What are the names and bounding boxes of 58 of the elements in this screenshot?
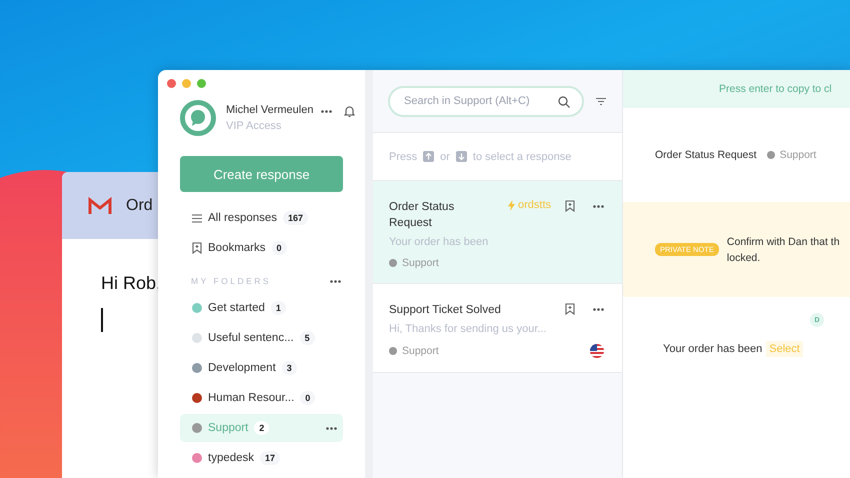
folder-tag: Support — [766, 149, 816, 161]
more-icon[interactable] — [321, 110, 332, 112]
bell-icon[interactable] — [344, 104, 356, 118]
response-item[interactable]: Order Status Request ordstts Your order has been Support — [373, 181, 622, 284]
nav-item[interactable]: Bookmarks 0 — [180, 234, 343, 262]
folder-item[interactable]: Useful sentenc... 5 — [180, 324, 343, 352]
filter-icon[interactable] — [596, 98, 606, 104]
search-field[interactable]: Search in Support (Alt+C) — [388, 86, 584, 116]
count-badge: 3 — [282, 361, 297, 375]
shortcut-label: ordstts — [508, 199, 551, 211]
folder-tag: Support — [389, 257, 439, 269]
user-plan: VIP Access — [226, 120, 282, 132]
response-title: Order Status Request — [655, 149, 757, 161]
response-item[interactable]: Support Ticket Solved Hi, Thanks for sending us your... Support — [373, 284, 622, 373]
response-body: Your order has been — [663, 343, 762, 355]
avatar-icon — [180, 100, 216, 136]
folder-tag: Support — [389, 345, 439, 357]
response-title: Order Status Request — [389, 200, 456, 231]
list-icon — [192, 214, 202, 222]
response-title: Support Ticket Solved — [389, 303, 502, 318]
hint-text: or — [440, 150, 450, 162]
more-icon[interactable] — [326, 426, 337, 430]
arrow-down-key-icon — [456, 151, 467, 162]
user-name: Michel Vermeulen — [226, 104, 314, 116]
folder-item[interactable]: Support 2 — [180, 414, 343, 442]
mail-subject: Ord — [126, 196, 153, 214]
mail-greeting: Hi Rob, — [101, 273, 162, 294]
response-preview: Hi, Thanks for sending us your... — [389, 323, 548, 335]
bookmark-icon[interactable] — [565, 200, 575, 212]
count-badge: 0 — [272, 241, 287, 255]
response-preview: Your order has been — [389, 236, 490, 248]
folders-heading: MY FOLDERS — [191, 276, 272, 286]
count-badge: 1 — [270, 301, 286, 315]
count-badge: 2 — [254, 421, 270, 435]
search-icon — [558, 96, 570, 108]
mail-logo-icon — [88, 196, 112, 214]
hint-text: to select a response — [472, 150, 572, 162]
bookmark-icon[interactable] — [192, 242, 202, 254]
folder-item[interactable]: Human Resour... 0 — [180, 384, 343, 412]
nav-item[interactable]: All responses 167 — [180, 204, 343, 232]
arrow-up-key-icon — [423, 151, 434, 162]
more-icon[interactable] — [593, 308, 604, 310]
copy-hint-text: Press enter to copy to cl — [719, 83, 832, 95]
lightning-icon — [508, 200, 515, 210]
text-cursor — [101, 308, 103, 332]
count-badge: 0 — [300, 391, 316, 405]
count-badge: 167 — [283, 211, 308, 225]
more-icon[interactable] — [330, 280, 341, 282]
bookmark-icon[interactable] — [565, 303, 575, 315]
folder-item[interactable]: Get started 1 — [180, 294, 343, 322]
folder-item[interactable]: Development 3 — [180, 354, 343, 382]
note-text: Confirm with Dan that th locked. — [726, 234, 840, 266]
count-badge: 5 — [300, 331, 315, 345]
count-badge: 17 — [260, 451, 280, 465]
close-icon[interactable] — [167, 79, 176, 88]
more-icon[interactable] — [593, 204, 604, 208]
hint-text: Press — [389, 150, 418, 162]
folder-item[interactable]: typedesk 17 — [180, 444, 343, 472]
